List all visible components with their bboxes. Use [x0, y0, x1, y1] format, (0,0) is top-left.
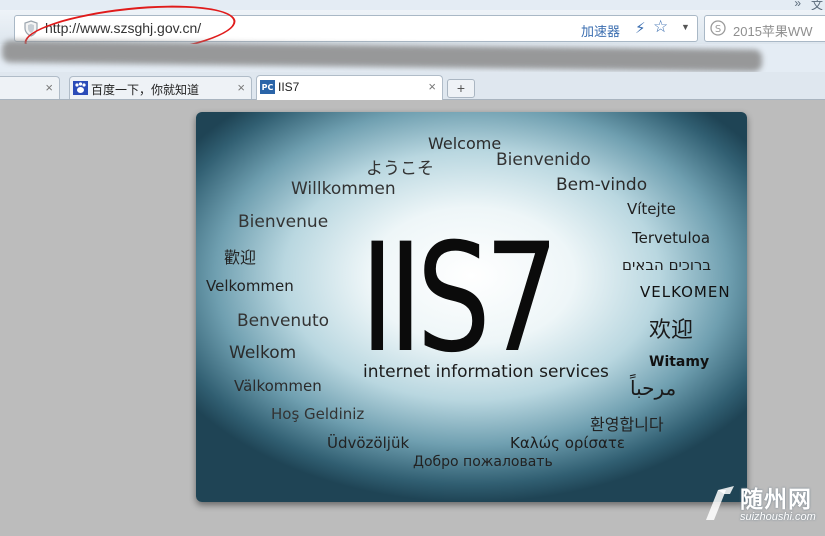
address-bar[interactable]: http://www.szsghj.gov.cn/ 加速器 ⚡︎ ☆ ▼ [14, 15, 698, 42]
greeting: Bem-vindo [556, 175, 648, 195]
search-box[interactable]: S 2015苹果WW [704, 15, 825, 42]
watermark-text: 随州网 [740, 487, 812, 513]
address-row: http://www.szsghj.gov.cn/ 加速器 ⚡︎ ☆ ▼ S 2… [0, 10, 825, 44]
tab-label: IIS7 [278, 80, 300, 94]
greeting: Benvenuto [237, 311, 330, 331]
dropdown-arrow-icon[interactable]: ▼ [681, 22, 690, 32]
new-tab-button[interactable]: + [447, 79, 475, 98]
watermark-logo-icon [706, 486, 734, 520]
search-engine-icon: S [710, 20, 726, 36]
tab-close-icon[interactable]: × [45, 80, 53, 95]
accelerator-button[interactable]: 加速器 [581, 21, 620, 40]
greeting: ようこそ [366, 159, 434, 179]
greeting: Добро пожаловать [413, 454, 553, 470]
greeting: Velkommen [206, 277, 294, 295]
greeting: VELKOMEN [640, 283, 731, 301]
tab-label: 百度一下，你就知道 [91, 83, 200, 97]
site-watermark: 随州网 suizhoushi.com [700, 480, 825, 536]
search-query-text[interactable]: 2015苹果WW [733, 21, 812, 40]
bookmark-bar-redacted [0, 40, 825, 72]
greeting: Välkommen [234, 377, 322, 395]
star-icon[interactable]: ☆ [653, 17, 668, 37]
tab-close-icon[interactable]: × [237, 80, 245, 95]
greeting: 환영합니다 [590, 415, 664, 434]
greeting: Willkommen [291, 179, 396, 199]
title-strip: » 文 [0, 0, 825, 12]
url-text[interactable]: http://www.szsghj.gov.cn/ [45, 20, 201, 36]
greeting: 歡迎 [224, 248, 257, 267]
greeting: ברוכים הבאים [622, 256, 712, 274]
greeting: Bienvenue [238, 212, 329, 232]
lightning-icon[interactable]: ⚡︎ [635, 19, 646, 37]
tab-baidu[interactable]: 百度一下，你就知道 × [69, 76, 252, 99]
svg-text:S: S [715, 24, 721, 35]
shield-icon [24, 20, 38, 37]
greeting: Bienvenido [496, 150, 591, 170]
greeting: Welcome [428, 134, 502, 153]
more-chevron-icon[interactable]: » [794, 0, 801, 10]
greeting: 欢迎 [649, 318, 694, 343]
greeting: Tervetuloa [632, 229, 711, 247]
tab-close-icon[interactable]: × [428, 79, 436, 94]
baidu-paw-icon [73, 81, 88, 95]
iis7-logo: IIS7 [360, 212, 559, 386]
tab-bar: × 百度一下，你就知道 × PC IIS7 × + [0, 72, 825, 100]
iis7-welcome-image: Welcome ようこそ Bienvenido Willkommen Bem-v… [196, 112, 747, 502]
page-content: Welcome ようこそ Bienvenido Willkommen Bem-v… [0, 100, 825, 536]
greeting: Witamy [649, 354, 710, 370]
greeting: مرحباً [630, 376, 677, 400]
watermark-url: suizhoushi.com [740, 511, 816, 523]
tab-blank[interactable]: × [0, 76, 60, 99]
iis7-subtitle: internet information services [363, 362, 609, 382]
pc-favicon-icon: PC [260, 80, 275, 94]
greeting: Üdvözöljük [327, 434, 410, 452]
greeting: Welkom [229, 343, 297, 363]
tab-iis7[interactable]: PC IIS7 × [256, 75, 443, 100]
svg-text:PC: PC [262, 83, 274, 92]
greeting: Hoş Geldiniz [271, 405, 365, 423]
greeting: Καλώς ορίσατε [510, 434, 626, 452]
greeting: Vítejte [627, 200, 676, 218]
redaction-blur [1, 40, 763, 72]
